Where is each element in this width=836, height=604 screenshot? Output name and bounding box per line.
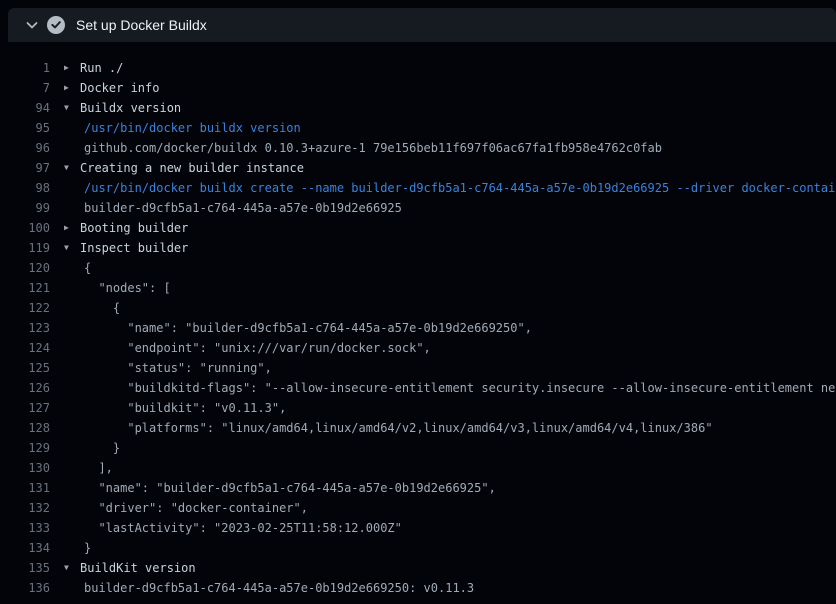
line-number-link[interactable]: 94 <box>0 98 50 118</box>
triangle-right-icon[interactable]: ▶ <box>64 58 78 78</box>
log-line: 7 ▶Docker info <box>0 78 836 98</box>
log-output-text: "endpoint": "unix:///var/run/docker.sock… <box>84 338 431 358</box>
log-line: 121 "nodes": [ <box>0 278 836 298</box>
check-circle-icon <box>47 16 65 34</box>
log-output-text: "name": "builder-d9cfb5a1-c764-445a-a57e… <box>84 318 532 338</box>
log-line: 133 "lastActivity": "2023-02-25T11:58:12… <box>0 518 836 538</box>
log-output-text: builder-d9cfb5a1-c764-445a-a57e-0b19d2e6… <box>84 198 402 218</box>
triangle-right-icon[interactable]: ▶ <box>64 78 78 98</box>
log-output-text: "buildkit": "v0.11.3", <box>84 398 286 418</box>
log-output-text: "buildkitd-flags": "--allow-insecure-ent… <box>84 378 836 398</box>
log-output-text: } <box>84 538 91 558</box>
log-output-text: builder-d9cfb5a1-c764-445a-a57e-0b19d2e6… <box>84 578 474 598</box>
line-number-link[interactable]: 128 <box>0 418 50 438</box>
log-output-text: "nodes": [ <box>84 278 171 298</box>
log-group-title[interactable]: Booting builder <box>80 218 188 238</box>
log-line: 125 "status": "running", <box>0 358 836 378</box>
log-viewer: 1▶Run ./7▶Docker info94▼Buildx version95… <box>0 42 836 604</box>
log-line: 94 ▼Buildx version <box>0 98 836 118</box>
line-number-link[interactable]: 97 <box>0 158 50 178</box>
triangle-down-icon[interactable]: ▼ <box>64 558 78 578</box>
line-number-link[interactable]: 99 <box>0 198 50 218</box>
log-line: 123 "name": "builder-d9cfb5a1-c764-445a-… <box>0 318 836 338</box>
line-number-link[interactable]: 122 <box>0 298 50 318</box>
line-number-link[interactable]: 7 <box>0 78 50 98</box>
line-number-link[interactable]: 131 <box>0 478 50 498</box>
log-group-title[interactable]: BuildKit version <box>80 558 196 578</box>
log-line: 135 ▼BuildKit version <box>0 558 836 578</box>
line-number-link[interactable]: 125 <box>0 358 50 378</box>
step-title: Set up Docker Buildx <box>76 17 207 33</box>
line-number-link[interactable]: 121 <box>0 278 50 298</box>
log-group-title[interactable]: Inspect builder <box>80 238 188 258</box>
log-line: 100 ▶Booting builder <box>0 218 836 238</box>
line-number-link[interactable]: 134 <box>0 538 50 558</box>
log-line: 132 "driver": "docker-container", <box>0 498 836 518</box>
log-line: 99 builder-d9cfb5a1-c764-445a-a57e-0b19d2… <box>0 198 836 218</box>
step-header[interactable]: Set up Docker Buildx <box>8 8 836 42</box>
line-number-link[interactable]: 123 <box>0 318 50 338</box>
line-number-link[interactable]: 95 <box>0 118 50 138</box>
line-number-link[interactable]: 127 <box>0 398 50 418</box>
log-group-title[interactable]: Run ./ <box>80 58 123 78</box>
line-number-link[interactable]: 133 <box>0 518 50 538</box>
log-line: 131 "name": "builder-d9cfb5a1-c764-445a-… <box>0 478 836 498</box>
line-number-link[interactable]: 136 <box>0 578 50 598</box>
line-number-link[interactable]: 96 <box>0 138 50 158</box>
line-number-link[interactable]: 100 <box>0 218 50 238</box>
log-command-text: /usr/bin/docker buildx version <box>84 118 301 138</box>
log-line: 119 ▼Inspect builder <box>0 238 836 258</box>
line-number-link[interactable]: 98 <box>0 178 50 198</box>
log-line: 96 github.com/docker/buildx 0.10.3+azure-… <box>0 138 836 158</box>
log-output-text: { <box>84 258 91 278</box>
log-line: 126 "buildkitd-flags": "--allow-insecure… <box>0 378 836 398</box>
log-line: 1 ▶Run ./ <box>0 58 836 78</box>
log-output-text: { <box>84 298 120 318</box>
log-line: 122 { <box>0 298 836 318</box>
log-line: 97 ▼Creating a new builder instance <box>0 158 836 178</box>
line-number-link[interactable]: 120 <box>0 258 50 278</box>
log-line: 130 ], <box>0 458 836 478</box>
log-group-title[interactable]: Creating a new builder instance <box>80 158 304 178</box>
log-group-title[interactable]: Buildx version <box>80 98 181 118</box>
log-line: 128 "platforms": "linux/amd64,linux/amd6… <box>0 418 836 438</box>
line-number-link[interactable]: 135 <box>0 558 50 578</box>
line-number-link[interactable]: 124 <box>0 338 50 358</box>
log-line: 95/usr/bin/docker buildx version <box>0 118 836 138</box>
log-line: 124 "endpoint": "unix:///var/run/docker.… <box>0 338 836 358</box>
triangle-down-icon[interactable]: ▼ <box>64 98 78 118</box>
log-line: 98/usr/bin/docker buildx create --name b… <box>0 178 836 198</box>
line-number-link[interactable]: 130 <box>0 458 50 478</box>
triangle-down-icon[interactable]: ▼ <box>64 238 78 258</box>
log-line: 127 "buildkit": "v0.11.3", <box>0 398 836 418</box>
line-number-link[interactable]: 126 <box>0 378 50 398</box>
log-group-title[interactable]: Docker info <box>80 78 159 98</box>
triangle-down-icon[interactable]: ▼ <box>64 158 78 178</box>
triangle-right-icon[interactable]: ▶ <box>64 218 78 238</box>
log-line: 129 } <box>0 438 836 458</box>
chevron-down-icon[interactable] <box>24 17 40 33</box>
log-output-text: "platforms": "linux/amd64,linux/amd64/v2… <box>84 418 713 438</box>
log-output-text: "status": "running", <box>84 358 272 378</box>
log-command-text: /usr/bin/docker buildx create --name bui… <box>84 178 836 198</box>
log-output-text: "lastActivity": "2023-02-25T11:58:12.000… <box>84 518 402 538</box>
line-number-link[interactable]: 119 <box>0 238 50 258</box>
log-output-text: github.com/docker/buildx 0.10.3+azure-1 … <box>84 138 662 158</box>
log-line: 120 { <box>0 258 836 278</box>
log-line: 136 builder-d9cfb5a1-c764-445a-a57e-0b19d… <box>0 578 836 598</box>
log-output-text: ], <box>84 458 113 478</box>
log-output-text: } <box>84 438 120 458</box>
line-number-link[interactable]: 132 <box>0 498 50 518</box>
line-number-link[interactable]: 129 <box>0 438 50 458</box>
line-number-link[interactable]: 1 <box>0 58 50 78</box>
log-output-text: "driver": "docker-container", <box>84 498 308 518</box>
log-line: 134} <box>0 538 836 558</box>
log-output-text: "name": "builder-d9cfb5a1-c764-445a-a57e… <box>84 478 496 498</box>
